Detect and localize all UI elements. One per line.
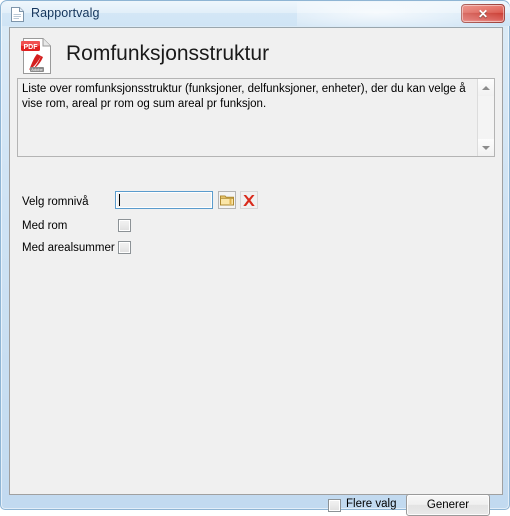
pdf-adobe-icon: PDF Adobe	[20, 36, 54, 76]
clear-button[interactable]	[240, 191, 258, 209]
client-area: PDF Adobe Romfunksjonsstruktur Liste ove…	[9, 27, 503, 516]
close-icon: ✕	[477, 6, 489, 21]
svg-text:Adobe: Adobe	[31, 67, 43, 72]
text-caret	[119, 194, 120, 206]
med-arealsummer-checkbox[interactable]	[118, 241, 131, 254]
document-icon	[11, 7, 24, 22]
browse-button[interactable]	[218, 191, 236, 209]
folder-icon	[220, 195, 234, 206]
title-bar[interactable]: Rapportvalg ✕	[2, 2, 510, 26]
description-scrollbar[interactable]	[477, 79, 494, 156]
chevron-up-icon	[482, 85, 490, 90]
romniva-label: Velg romnivå	[22, 196, 89, 208]
romniva-input[interactable]	[115, 191, 213, 209]
generer-button[interactable]: Generer	[406, 494, 490, 516]
svg-text:PDF: PDF	[24, 44, 39, 51]
scroll-down-button[interactable]	[478, 139, 494, 156]
flere-valg-checkbox[interactable]	[328, 499, 341, 512]
dialog-window: Rapportvalg ✕ PDF Adobe Romfunksjonsstru…	[0, 0, 510, 516]
med-rom-checkbox[interactable]	[118, 219, 131, 232]
window-title: Rapportvalg	[31, 6, 100, 20]
generer-button-label: Generer	[426, 499, 470, 511]
scroll-up-button[interactable]	[478, 79, 494, 96]
close-button[interactable]: ✕	[461, 4, 505, 23]
red-x-icon	[243, 194, 255, 206]
med-arealsummer-label: Med arealsummer	[22, 242, 115, 254]
chevron-down-icon	[482, 145, 490, 150]
med-rom-label: Med rom	[22, 220, 68, 232]
flere-valg-label: Flere valg	[346, 498, 397, 510]
page-title: Romfunksjonsstruktur	[66, 42, 270, 65]
description-box: Liste over romfunksjonsstruktur (funksjo…	[17, 78, 495, 157]
description-text: Liste over romfunksjonsstruktur (funksjo…	[22, 83, 466, 110]
